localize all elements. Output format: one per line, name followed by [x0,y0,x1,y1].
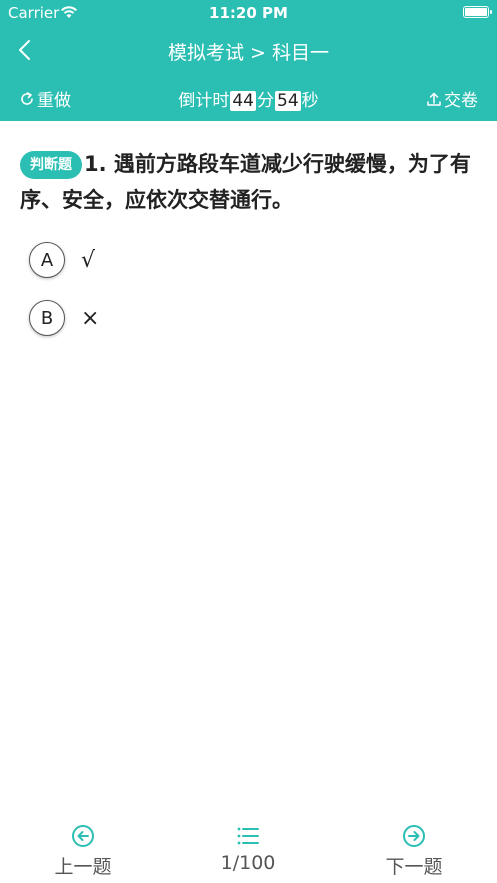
timer-seconds: 54 [275,91,301,111]
exam-toolbar: 重做 倒计时 44 分 54 秒 交卷 [0,86,497,112]
arrow-right-circle-icon [403,825,425,847]
nav-bar: 模拟考试 > 科目一 [0,28,497,72]
bottom-bar: 上一题 1/100 下一题 [0,818,497,883]
question-type-badge: 判断题 [20,151,82,179]
timer-minutes-unit: 分 [257,91,274,111]
next-question-label: 下一题 [385,856,443,878]
header: Carrier 11:20 PM 模拟考试 > 科目一 重做 倒计时 44 分 54 秒 [0,0,497,121]
option-b-text: × [81,305,100,331]
question-progress: 1/100 [220,852,276,874]
status-bar: Carrier 11:20 PM [0,0,497,26]
question-list-button[interactable]: 1/100 [178,818,318,874]
timer-prefix: 倒计时 [178,91,230,111]
option-a-letter: A [29,242,65,278]
status-time: 11:20 PM [209,4,288,22]
next-question-button[interactable]: 下一题 [344,818,484,879]
prev-question-label: 上一题 [54,856,112,878]
option-b-letter: B [29,300,65,336]
question: 判断题 1. 遇前方路段车道减少行驶缓慢，为了有序、安全，应依次交替通行。 [20,146,480,218]
option-a[interactable]: A √ [29,242,95,278]
option-b[interactable]: B × [29,300,99,336]
timer-minutes: 44 [230,91,256,111]
upload-icon [427,92,441,106]
list-icon [237,827,259,845]
page-title: 模拟考试 > 科目一 [168,42,329,64]
question-number: 1. [84,152,107,176]
battery-icon [463,6,492,18]
submit-button[interactable]: 交卷 [426,86,478,111]
arrow-left-circle-icon [72,825,94,847]
countdown-timer: 倒计时 44 分 54 秒 [0,86,497,111]
prev-question-button[interactable]: 上一题 [13,818,153,879]
submit-label: 交卷 [444,91,478,111]
timer-seconds-unit: 秒 [301,91,319,111]
option-a-text: √ [81,247,96,273]
